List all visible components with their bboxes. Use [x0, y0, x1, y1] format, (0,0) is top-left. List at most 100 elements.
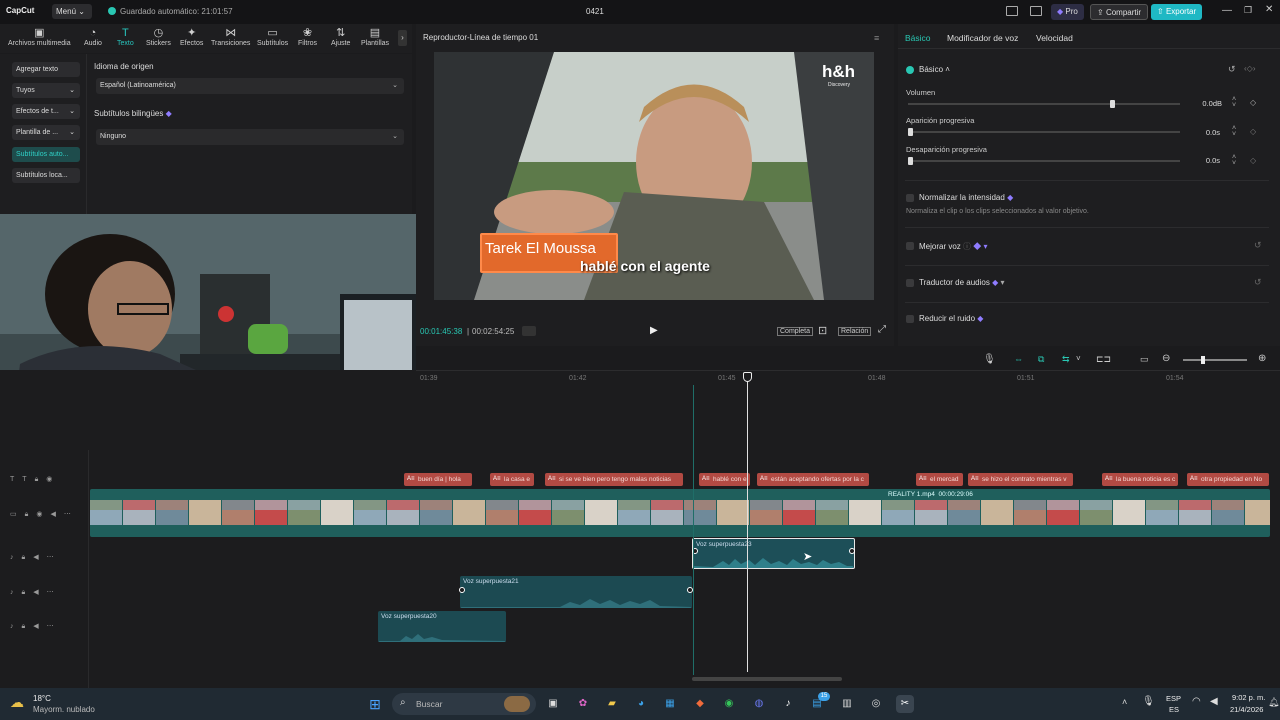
file-explorer-icon[interactable]: ▰ [603, 695, 621, 713]
keyboard-indicator[interactable]: ES [1169, 705, 1179, 714]
magnet-icon[interactable]: ⧉ [1038, 354, 1044, 365]
whatsapp-icon[interactable]: ◉ [720, 695, 738, 713]
tool-transitions[interactable]: ⋈ Transiciones [211, 27, 250, 47]
caption-toggle-icon[interactable]: ▭ [1140, 354, 1149, 365]
speaker-icon[interactable]: ◀ [33, 554, 46, 561]
fade-in-value[interactable]: 0.0s [1190, 128, 1220, 137]
windows-start-icon[interactable]: ⊞ [366, 695, 384, 713]
task-view-icon[interactable]: ▣ [544, 695, 562, 713]
more-icon[interactable]: ⋯ [64, 511, 79, 518]
tool-stickers[interactable]: ◷ Stickers [146, 27, 171, 47]
language-indicator[interactable]: ESP [1166, 694, 1181, 703]
weather-icon[interactable]: ☁ [10, 694, 24, 711]
share-button[interactable]: ⇪ Compartir [1090, 4, 1149, 20]
stepper-icon[interactable]: ˄ ˅ [1232, 154, 1236, 167]
aspect-ratio-button[interactable]: Relación [838, 327, 872, 336]
clock-date[interactable]: 21/4/2026 [1230, 705, 1263, 714]
tiktok-icon[interactable]: ♪ [779, 695, 797, 713]
tool-text[interactable]: T Texto [117, 27, 134, 47]
brave-icon[interactable]: ◆ [691, 695, 709, 713]
more-icon[interactable]: ⋯ [47, 589, 62, 596]
app-icon[interactable]: ▥ [838, 695, 856, 713]
stepper-icon[interactable]: ˄ ˅ [1232, 125, 1236, 138]
layout-icon[interactable] [1006, 6, 1018, 16]
chevron-down-icon[interactable]: ˅ [1076, 354, 1081, 363]
speaker-icon[interactable]: ◀ [33, 589, 46, 596]
wifi-icon[interactable]: ◠ [1192, 696, 1201, 707]
subtitle-clip[interactable]: otra propiedad en No [1187, 473, 1269, 486]
speaker-icon[interactable]: ◀ [50, 511, 63, 518]
nav-add-text[interactable]: Agregar texto [12, 62, 80, 77]
volume-slider[interactable] [908, 100, 1180, 108]
tool-effects[interactable]: ✦ Efectos [180, 27, 203, 47]
subtitle-clip[interactable]: buen día | hola [404, 473, 472, 486]
fade-out-knob[interactable] [908, 157, 913, 165]
trim-handle-right[interactable] [849, 548, 855, 554]
volume-knob[interactable] [1110, 100, 1115, 108]
trim-handle-left[interactable] [459, 587, 465, 593]
nav-auto-captions[interactable]: Subtítulos auto... [12, 147, 80, 162]
tool-captions[interactable]: ▭ Subtítulos [257, 27, 288, 47]
reset-icon[interactable]: ↺ [1254, 240, 1262, 251]
full-quality-button[interactable]: Completa [777, 327, 813, 336]
store-icon[interactable]: ▦ [661, 695, 679, 713]
player-menu-icon[interactable]: ≡ [874, 33, 879, 43]
more-icon[interactable]: ⋯ [47, 554, 62, 561]
close-icon[interactable]: ✕ [1265, 4, 1273, 15]
more-icon[interactable]: ⋯ [47, 623, 62, 630]
lock-icon[interactable]: 🔒︎ [25, 511, 37, 518]
checkbox-checked-icon[interactable] [906, 66, 914, 74]
tool-adjust[interactable]: ⇅ Ajuste [331, 27, 350, 47]
play-icon[interactable]: ▶ [650, 325, 658, 336]
keyframe-icon[interactable]: ◇ [1250, 156, 1256, 165]
lock-icon[interactable]: 🔒︎ [22, 589, 34, 596]
fade-in-knob[interactable] [908, 128, 913, 136]
timecode-mode-icon[interactable] [522, 326, 536, 336]
capcut-icon[interactable]: ✂ [896, 695, 914, 713]
menu-button[interactable]: Menú ⌄ [52, 4, 92, 19]
microphone-icon[interactable]: 🎙︎ [1142, 696, 1155, 707]
video-clip[interactable] [90, 489, 1270, 537]
preview-axis-icon[interactable]: ⊏⊐ [1096, 354, 1111, 365]
minimize-icon[interactable]: — [1222, 5, 1232, 16]
tool-filters[interactable]: ❀ Filtros [298, 27, 317, 47]
subtitle-clip[interactable]: están aceptando ofertas por la c [757, 473, 869, 486]
clock-time[interactable]: 9:02 p. m. [1232, 693, 1265, 702]
notifications-icon[interactable]: 🔔︎ [1268, 697, 1279, 708]
snap-icon[interactable]: ⇆ [1062, 354, 1070, 365]
link-icon[interactable]: ⇔ [1014, 354, 1023, 364]
playhead-handle[interactable] [743, 372, 752, 382]
enhance-voice-checkbox[interactable] [906, 242, 914, 250]
subtitle-clip[interactable]: la casa e [490, 473, 534, 486]
shortcuts-icon[interactable] [1030, 6, 1042, 16]
restore-icon[interactable]: ❐ [1244, 5, 1252, 16]
taskbar-search[interactable]: ⌕ Buscar [392, 693, 536, 715]
chevron-right-icon[interactable]: › [398, 30, 407, 46]
reduce-noise-checkbox[interactable] [906, 315, 914, 323]
weather-desc[interactable]: Mayorm. nublado [33, 705, 95, 714]
subtitle-clip[interactable]: se hizo el contrato mientras v [968, 473, 1073, 486]
speaker-icon[interactable]: ◀ [33, 623, 46, 630]
audio-clip[interactable]: Voz superpuesta20 [378, 611, 506, 642]
reset-icon[interactable]: ↺ [1254, 277, 1262, 288]
edge-icon[interactable]: ◕ [632, 695, 650, 713]
normalize-checkbox[interactable] [906, 194, 914, 202]
timeline-scrollbar[interactable] [692, 677, 842, 681]
subtitle-clip[interactable]: hablé con el [699, 473, 750, 486]
lock-icon[interactable]: 🔒︎ [22, 554, 34, 561]
nav-local-captions[interactable]: Subtítulos loca... [12, 168, 80, 183]
copilot-icon[interactable]: ✿ [574, 695, 592, 713]
export-button[interactable]: ⇧ Exportar [1151, 4, 1203, 20]
zoom-in-icon[interactable]: ⊕ [1258, 353, 1266, 364]
stepper-icon[interactable]: ˄ ˅ [1232, 96, 1236, 109]
reset-icon[interactable]: ↺ [1228, 64, 1236, 75]
weather-temp[interactable]: 18°C [33, 694, 51, 703]
microphone-icon[interactable]: 🎙︎ [983, 354, 996, 365]
source-language-select[interactable]: Español (Latinoamérica) ⌄ [96, 78, 404, 94]
fade-out-slider[interactable] [908, 157, 1180, 165]
chevron-up-icon[interactable]: ˄ [1122, 697, 1127, 707]
eye-icon[interactable]: ◉ [36, 511, 50, 518]
fade-in-slider[interactable] [908, 128, 1180, 136]
tool-media[interactable]: ▣ Archivos multimedia [8, 27, 71, 47]
audio-clip-selected[interactable]: Voz superpuesta23 [692, 538, 855, 569]
